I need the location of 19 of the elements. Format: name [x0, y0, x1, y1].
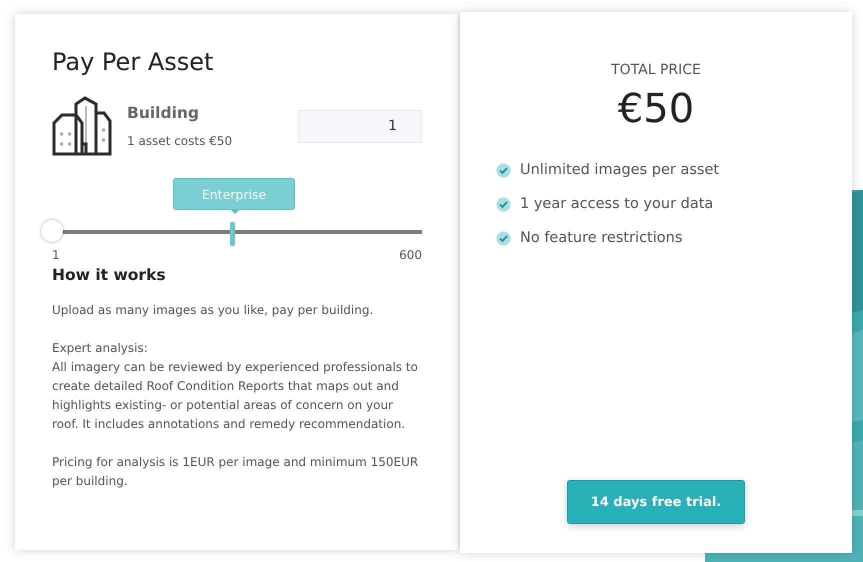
paragraph: All imagery can be reviewed by experienced professionals to create detailed Roof Condition Reports that maps out and highlights existing- or potential areas of concern on your roof. It includes annotations and remedy recommendation. [52, 359, 419, 433]
paragraph: Expert analysis: [52, 340, 149, 357]
slider-thumb[interactable] [41, 220, 63, 242]
feature-text: No feature restrictions [520, 230, 682, 246]
quantity-field[interactable]: 1 [298, 110, 422, 142]
paragraph: Upload as many images as you like, pay per building. [52, 302, 374, 319]
slider-max: 600 [399, 248, 422, 262]
slider-min: 1 [52, 248, 60, 262]
section-title: How it works [52, 266, 167, 284]
asset-name: Building [127, 104, 200, 122]
feature-text: Unlimited images per asset [520, 162, 720, 178]
total-price: €50 [618, 86, 694, 132]
asset-cost: 1 asset costs €50 [127, 134, 234, 148]
tier-marker [230, 222, 235, 246]
feature-text: 1 year access to your data [520, 196, 714, 212]
card-title: Pay Per Asset [52, 48, 214, 76]
total-price-label: TOTAL PRICE [611, 62, 701, 78]
buildings-icon [52, 96, 112, 156]
paragraph: Pricing for analysis is 1EUR per image and minimum 150EUR per building. [52, 454, 420, 490]
